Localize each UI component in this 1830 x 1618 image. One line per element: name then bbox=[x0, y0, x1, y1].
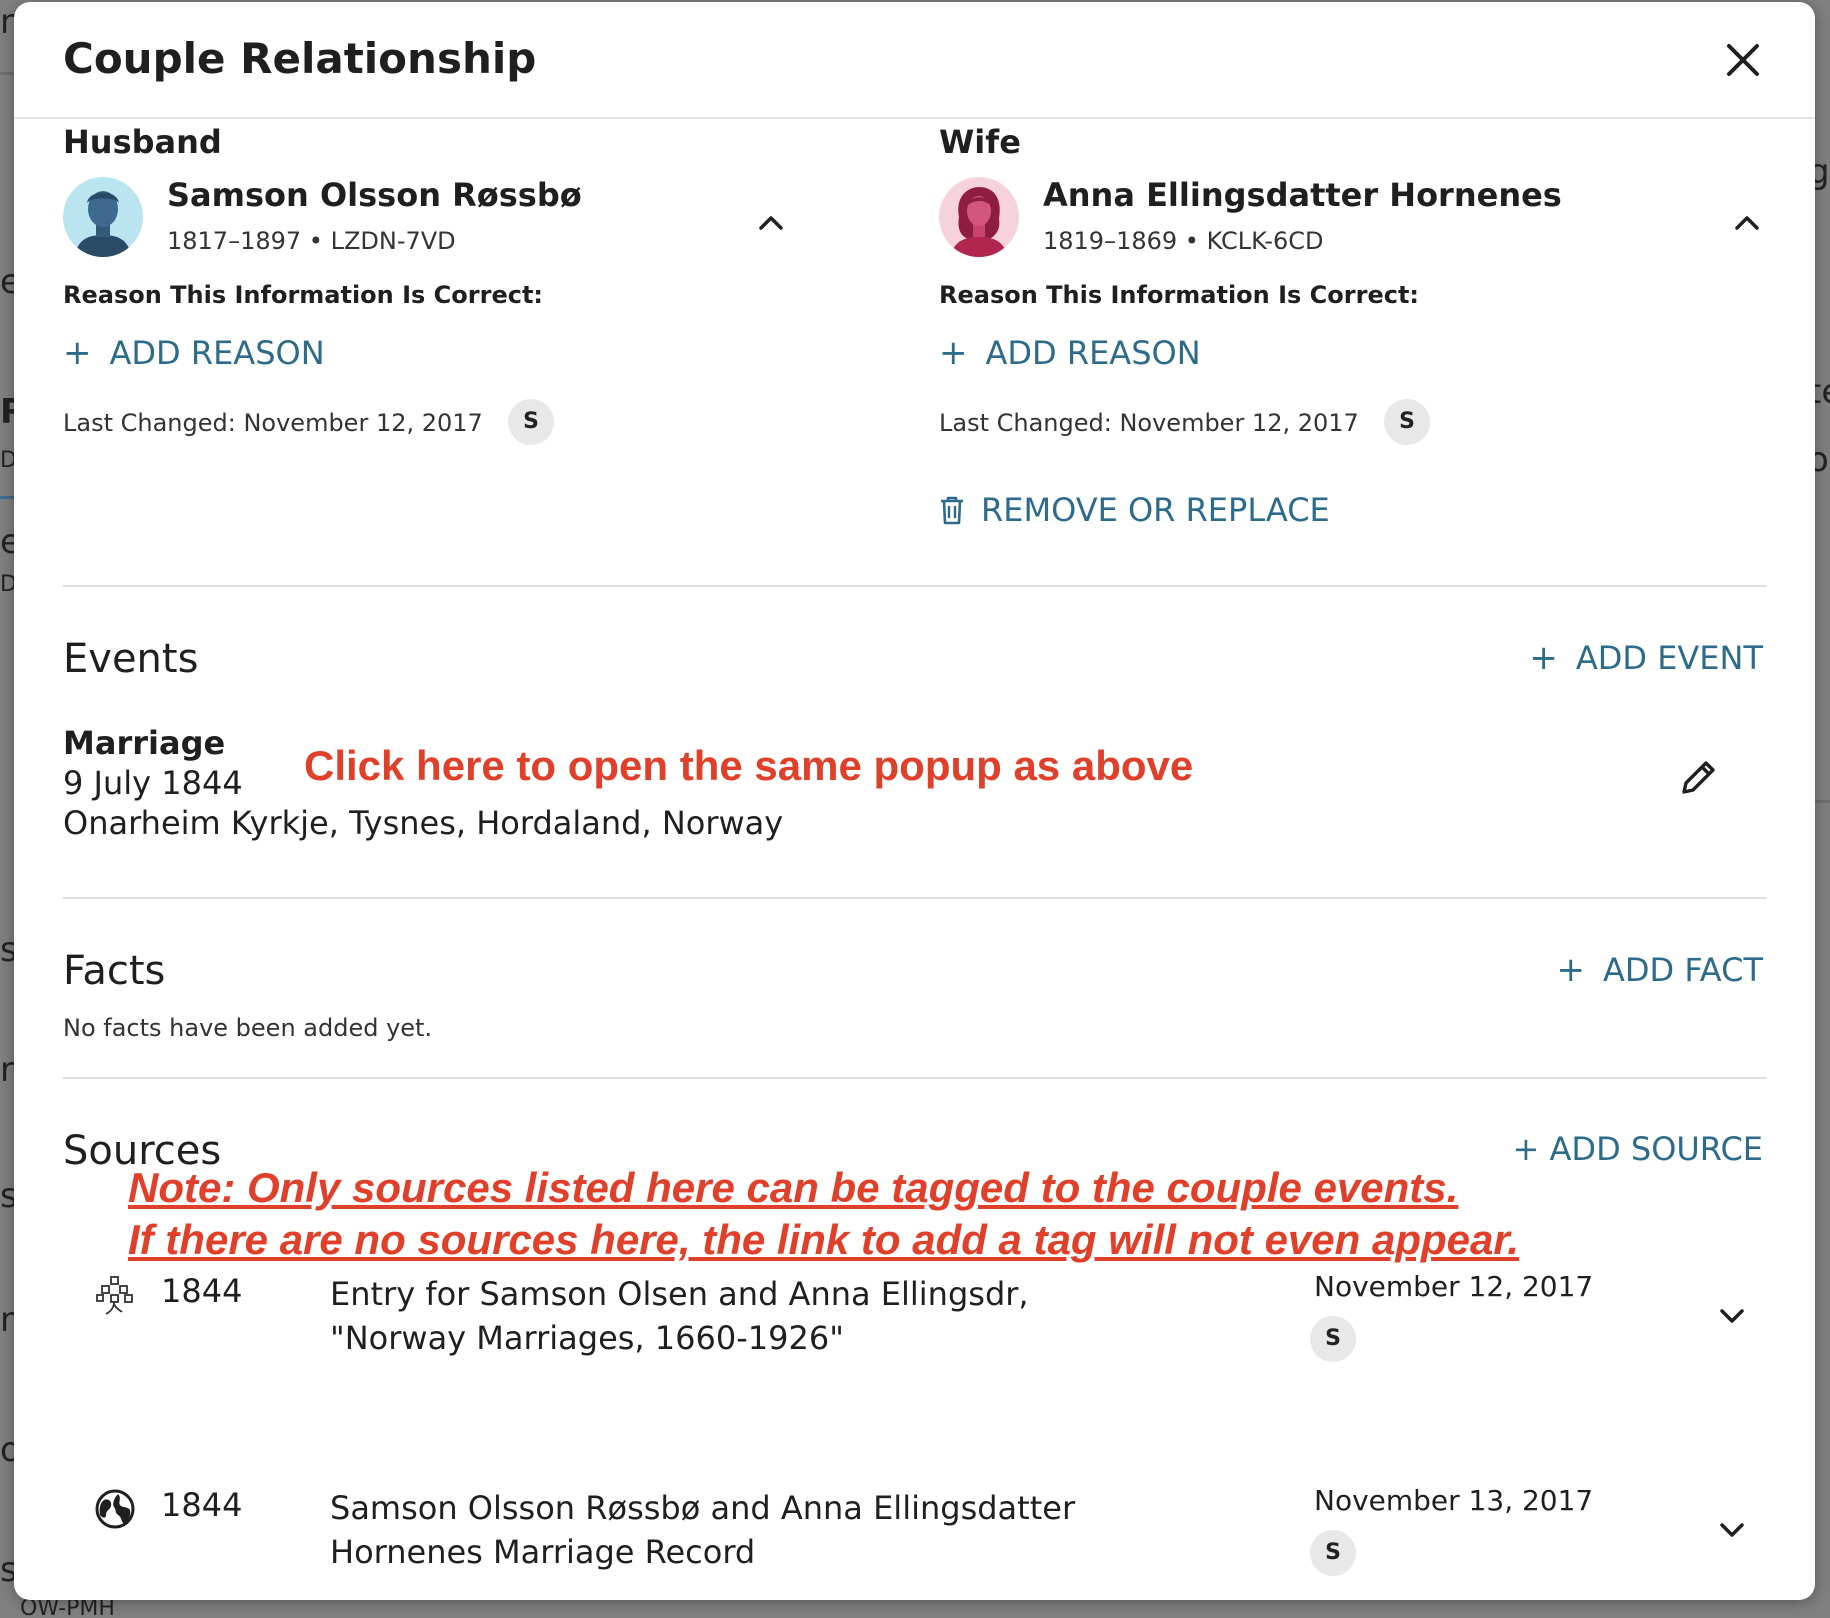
source-item[interactable]: 1844 Samson Olsson Røssbø and Anna Ellin… bbox=[14, 1482, 1815, 1600]
plus-icon: + bbox=[939, 333, 968, 373]
plus-icon: + bbox=[1529, 638, 1558, 678]
male-avatar bbox=[63, 177, 143, 257]
contributor-badge[interactable]: S bbox=[1384, 399, 1430, 445]
wife-name[interactable]: Anna Ellingsdatter Hornenes bbox=[1043, 176, 1562, 214]
events-heading: Events bbox=[63, 636, 199, 682]
annotation-note-line-2: If there are no sources here, the link t… bbox=[128, 1216, 1520, 1263]
remove-or-replace-button[interactable]: REMOVE OR REPLACE bbox=[939, 491, 1330, 529]
background-divider bbox=[1815, 800, 1830, 803]
add-reason-label: ADD REASON bbox=[109, 334, 325, 372]
add-fact-label: ADD FACT bbox=[1602, 951, 1763, 989]
event-date: 9 July 1844 bbox=[63, 764, 243, 802]
wife-lifespan-id: 1819–1869 • KCLK-6CD bbox=[1043, 227, 1324, 255]
section-divider bbox=[63, 585, 1766, 587]
contributor-badge[interactable]: S bbox=[508, 399, 554, 445]
female-avatar bbox=[939, 177, 1019, 257]
husband-lifespan-id: 1817–1897 • LZDN-7VD bbox=[167, 227, 456, 255]
add-fact-button[interactable]: + ADD FACT bbox=[1556, 950, 1763, 990]
chevron-down-icon[interactable] bbox=[1714, 1512, 1750, 1548]
remove-or-replace-label: REMOVE OR REPLACE bbox=[981, 491, 1330, 529]
add-reason-label: ADD REASON bbox=[985, 334, 1201, 372]
close-icon[interactable] bbox=[1723, 40, 1763, 80]
dialog-title: Couple Relationship bbox=[63, 34, 537, 83]
reason-label: Reason This Information Is Correct: bbox=[939, 281, 1420, 309]
reason-label: Reason This Information Is Correct: bbox=[63, 281, 544, 309]
source-year: 1844 bbox=[161, 1272, 243, 1310]
event-place: Onarheim Kyrkje, Tysnes, Hordaland, Norw… bbox=[63, 804, 784, 842]
trash-icon bbox=[941, 496, 963, 525]
globe-icon bbox=[95, 1489, 135, 1529]
background-divider bbox=[0, 496, 14, 499]
last-changed: Last Changed: November 12, 2017 bbox=[63, 409, 483, 437]
add-event-label: ADD EVENT bbox=[1575, 639, 1763, 677]
source-item[interactable]: 1844 Entry for Samson Olsen and Anna Ell… bbox=[14, 1268, 1815, 1418]
background-divider bbox=[0, 72, 14, 75]
plus-icon: + bbox=[63, 333, 92, 373]
pencil-icon[interactable] bbox=[1674, 754, 1722, 802]
couple-relationship-dialog: Couple Relationship Husband Samson Olsso… bbox=[14, 2, 1815, 1600]
annotation-click-here: Click here to open the same popup as abo… bbox=[304, 742, 1194, 789]
facts-empty-message: No facts have been added yet. bbox=[63, 1014, 433, 1042]
husband-name[interactable]: Samson Olsson Røssbø bbox=[167, 176, 582, 214]
dialog-header: Couple Relationship bbox=[14, 2, 1815, 119]
contributor-badge[interactable]: S bbox=[1310, 1316, 1356, 1362]
add-reason-button[interactable]: + ADD REASON bbox=[939, 333, 1201, 373]
facts-heading: Facts bbox=[63, 948, 166, 994]
background-text: r bbox=[0, 1050, 14, 1090]
source-year: 1844 bbox=[161, 1486, 243, 1524]
chevron-down-icon[interactable] bbox=[1714, 1298, 1750, 1334]
husband-label: Husband bbox=[63, 123, 222, 161]
annotation-note-line-1: Note: Only sources listed here can be ta… bbox=[128, 1164, 1459, 1211]
add-event-button[interactable]: + ADD EVENT bbox=[1529, 638, 1763, 678]
add-reason-button[interactable]: + ADD REASON bbox=[63, 333, 325, 373]
event-type: Marriage bbox=[63, 724, 226, 762]
chevron-up-icon[interactable] bbox=[753, 205, 789, 241]
source-title[interactable]: Samson Olsson Røssbø and Anna Ellingsdat… bbox=[330, 1486, 1160, 1574]
section-divider bbox=[63, 1077, 1766, 1079]
section-divider bbox=[63, 897, 1766, 899]
source-date: November 12, 2017 bbox=[1314, 1270, 1594, 1303]
source-title[interactable]: Entry for Samson Olsen and Anna Ellingsd… bbox=[330, 1272, 1160, 1360]
contributor-badge[interactable]: S bbox=[1310, 1530, 1356, 1576]
wife-label: Wife bbox=[939, 123, 1021, 161]
source-date: November 13, 2017 bbox=[1314, 1484, 1594, 1517]
plus-icon: + bbox=[1556, 950, 1585, 990]
add-source-button[interactable]: + ADD SOURCE bbox=[1513, 1130, 1763, 1168]
chevron-up-icon[interactable] bbox=[1729, 205, 1765, 241]
tree-icon bbox=[96, 1276, 133, 1315]
last-changed: Last Changed: November 12, 2017 bbox=[939, 409, 1359, 437]
